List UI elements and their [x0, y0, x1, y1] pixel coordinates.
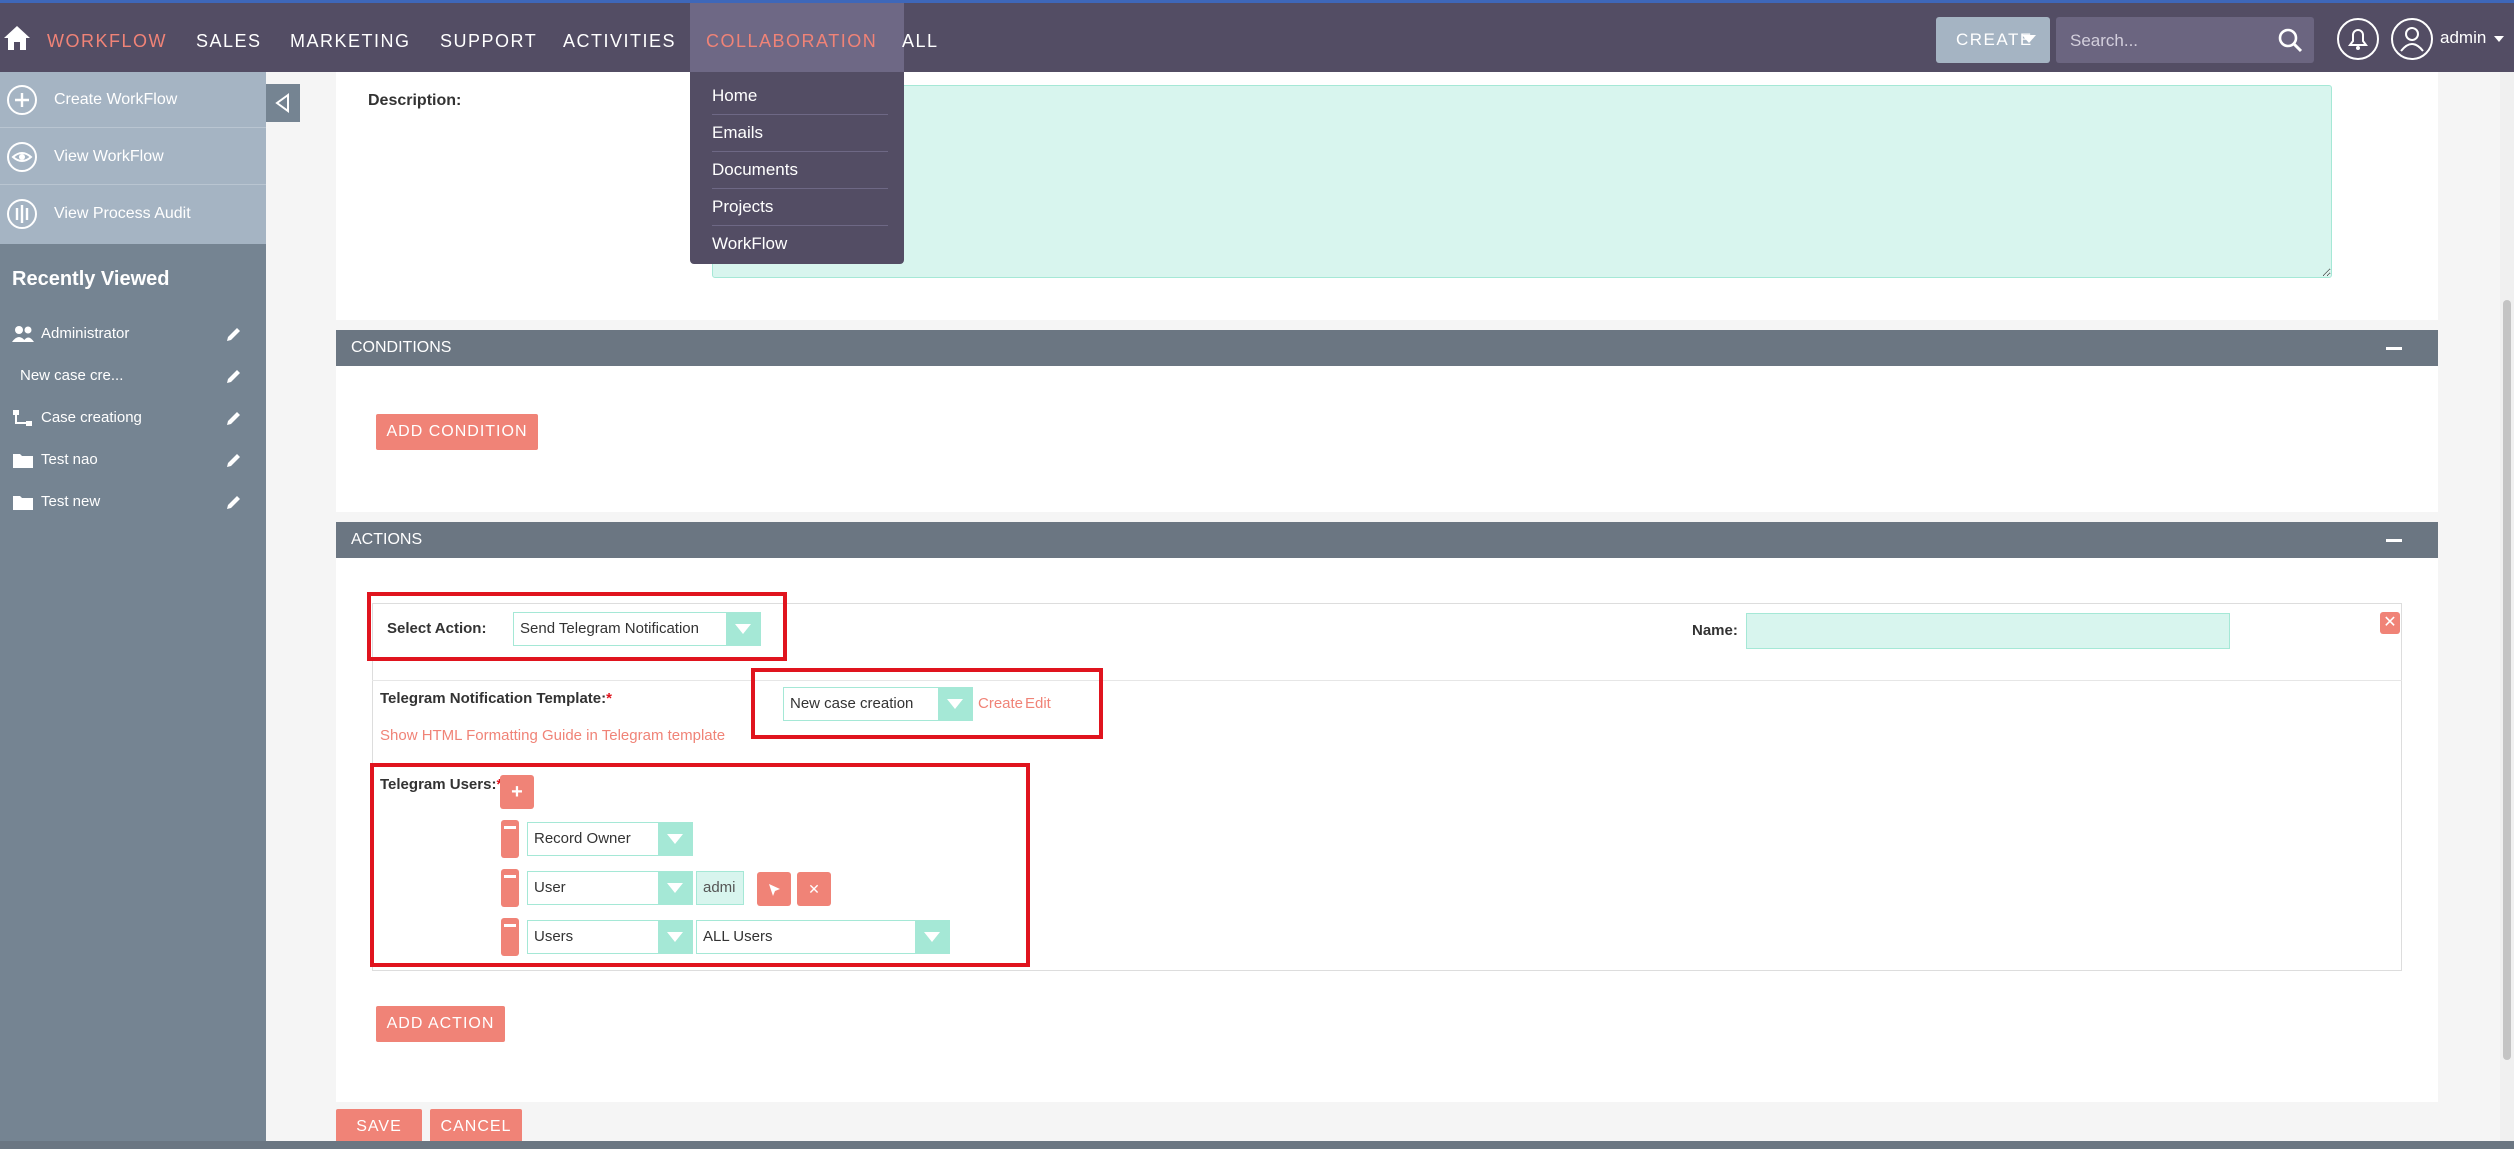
user-avatar-icon[interactable] [2390, 17, 2434, 61]
sidebar-action-label: View WorkFlow [54, 148, 164, 165]
recent-item-label: New case cre... [20, 367, 124, 384]
sidebar-action-view-process-audit[interactable]: View Process Audit [0, 186, 266, 242]
actions-collapse-icon[interactable] [2386, 539, 2402, 542]
menu-item-emails[interactable]: Emails [712, 115, 888, 152]
name-input[interactable] [1746, 613, 2230, 649]
notifications-bell-icon[interactable] [2336, 17, 2380, 61]
scrollbar-thumb[interactable] [2503, 300, 2511, 1060]
conditions-header[interactable]: CONDITIONS [336, 330, 2438, 366]
sidebar-action-view-workflow[interactable]: View WorkFlow [0, 129, 266, 185]
recent-item[interactable]: New case cre... [0, 355, 266, 397]
caret-down-icon[interactable] [2494, 36, 2504, 42]
required-mark: * [606, 690, 612, 707]
collaboration-dropdown-menu: Home Emails Documents Projects WorkFlow [690, 72, 904, 264]
recent-item-label: Case creationg [41, 409, 142, 426]
pencil-icon[interactable] [224, 492, 244, 512]
eye-icon [7, 142, 37, 172]
name-label: Name: [1692, 622, 1738, 639]
recent-item[interactable]: Administrator [0, 313, 266, 355]
recent-item-label: Administrator [41, 325, 130, 342]
add-condition-button[interactable]: ADD CONDITION [376, 414, 538, 450]
sidebar: Create WorkFlow View WorkFlow View Proce… [0, 72, 266, 1149]
workflow-icon [13, 410, 32, 426]
menu-item-projects[interactable]: Projects [712, 189, 888, 226]
menu-item-documents[interactable]: Documents [712, 152, 888, 189]
nav-activities[interactable]: ACTIVITIES [563, 3, 676, 75]
nav-workflow[interactable]: WORKFLOW [47, 3, 167, 75]
highlight-telegram-users [370, 763, 1030, 967]
description-label: Description: [368, 92, 462, 109]
audit-bars-icon [7, 199, 37, 229]
sidebar-actions: Create WorkFlow View WorkFlow View Proce… [0, 72, 266, 244]
plus-circle-icon [7, 85, 37, 115]
create-button[interactable]: CREATE [1936, 17, 2050, 63]
sidebar-action-label: Create WorkFlow [54, 91, 178, 108]
save-button[interactable]: SAVE [336, 1109, 422, 1145]
action-divider [372, 680, 2402, 681]
recent-item-label: Test nao [41, 451, 98, 468]
add-action-button[interactable]: ADD ACTION [376, 1006, 505, 1042]
nav-support[interactable]: SUPPORT [440, 3, 537, 75]
bottom-strip [0, 1141, 2514, 1149]
remove-action-icon[interactable]: ✕ [2380, 612, 2400, 634]
recent-item[interactable]: Test new [0, 481, 266, 523]
pencil-icon[interactable] [224, 408, 244, 428]
pencil-icon[interactable] [224, 450, 244, 470]
recent-item-label: Test new [41, 493, 101, 510]
template-label-text: Telegram Notification Template: [380, 690, 607, 707]
cancel-button[interactable]: CANCEL [430, 1109, 522, 1145]
search-input[interactable] [2068, 17, 2272, 65]
recently-viewed-heading: Recently Viewed [12, 268, 170, 290]
search-icon[interactable] [2276, 26, 2304, 54]
nav-marketing[interactable]: MARKETING [290, 3, 411, 75]
pencil-icon[interactable] [224, 366, 244, 386]
collapse-left-icon [275, 93, 289, 113]
menu-item-workflow[interactable]: WorkFlow [712, 226, 888, 262]
pencil-icon[interactable] [224, 324, 244, 344]
recent-item[interactable]: Test nao [0, 439, 266, 481]
html-guide-link[interactable]: Show HTML Formatting Guide in Telegram t… [380, 727, 725, 744]
folder-icon [13, 496, 33, 510]
actions-header[interactable]: ACTIONS [336, 522, 2438, 558]
menu-item-home[interactable]: Home [712, 78, 888, 115]
description-textarea[interactable] [712, 85, 2332, 278]
top-navigation-bar: WORKFLOW SALES MARKETING SUPPORT ACTIVIT… [0, 0, 2514, 75]
user-menu-label[interactable]: admin [2440, 3, 2486, 75]
sidebar-action-create-workflow[interactable]: Create WorkFlow [0, 72, 266, 128]
conditions-title: CONDITIONS [351, 339, 452, 356]
user-group-icon [12, 326, 34, 342]
caret-down-icon [2022, 35, 2036, 43]
actions-title: ACTIONS [351, 531, 423, 548]
nav-collaboration[interactable]: COLLABORATION [706, 3, 877, 75]
sidebar-collapse-button[interactable] [266, 84, 300, 122]
sidebar-action-label: View Process Audit [54, 205, 191, 222]
highlight-select-action [367, 592, 787, 661]
conditions-collapse-icon[interactable] [2386, 347, 2402, 350]
highlight-template [751, 668, 1103, 739]
global-search [2056, 17, 2314, 65]
folder-icon [13, 454, 33, 468]
home-icon[interactable] [2, 23, 32, 53]
nav-sales[interactable]: SALES [196, 3, 262, 75]
nav-all[interactable]: ALL [902, 3, 939, 75]
recent-item[interactable]: Case creationg [0, 397, 266, 439]
conditions-panel [336, 366, 2438, 512]
template-label: Telegram Notification Template:* [380, 690, 612, 707]
